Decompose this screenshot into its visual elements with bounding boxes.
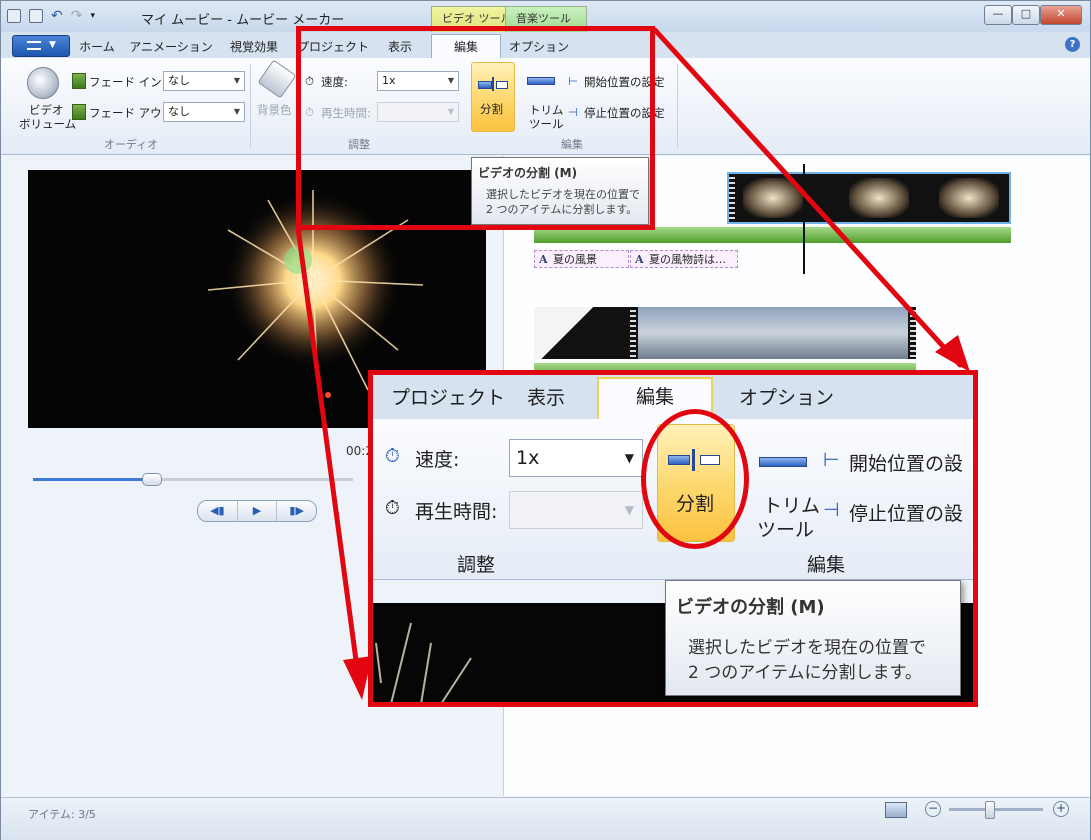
callout-arrows — [295, 27, 970, 700]
arrow-line-right — [652, 27, 963, 368]
arrow-head-left — [343, 656, 372, 700]
arrow-line-left — [295, 225, 363, 693]
